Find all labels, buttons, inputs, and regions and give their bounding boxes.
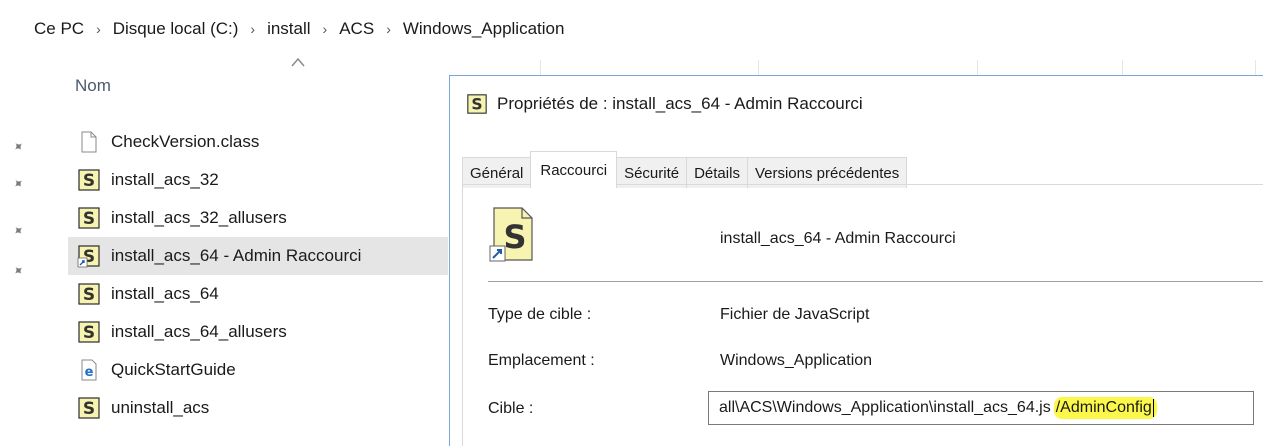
target-argument-text: /AdminConfig [1055,399,1152,417]
script-icon: S [78,397,100,419]
svg-text:S: S [503,218,526,256]
file-name: install_acs_32 [111,170,219,189]
shortcut-file-icon: S [489,207,533,262]
file-row-selected[interactable]: S install_acs_64 - Admin Raccourci [68,237,448,275]
sort-ascending-icon[interactable] [290,56,306,68]
dialog-titlebar[interactable]: S Propriétés de : install_acs_64 - Admin… [450,76,1263,132]
script-icon: S [78,321,100,343]
file-name: install_acs_32_allusers [111,208,287,227]
file-row[interactable]: S install_acs_64 [68,275,448,313]
script-icon: S [78,207,100,229]
target-path-text: all\ACS\Windows_Application\install_acs_… [719,399,1051,416]
properties-dialog: S Propriétés de : install_acs_64 - Admin… [449,75,1263,446]
dialog-title: Propriétés de : install_acs_64 - Admin R… [497,94,863,113]
breadcrumb-item-disque-local[interactable]: Disque local (C:) [113,19,239,39]
text-cursor [1152,398,1154,417]
breadcrumb-item-install[interactable]: install [267,19,310,39]
html-file-icon: e [81,359,97,381]
location-value: Windows_Application [720,352,873,369]
shortcut-name: install_acs_64 - Admin Raccourci [720,230,956,247]
breadcrumb-item-ce-pc[interactable]: Ce PC [34,19,84,39]
breadcrumb: Ce PC › Disque local (C:) › install › AC… [0,0,1263,58]
file-row[interactable]: e QuickStartGuide [68,351,448,389]
target-highlighted-argument: /AdminConfig [1053,396,1157,420]
chevron-right-icon[interactable]: › [250,21,255,37]
svg-text:S: S [83,323,95,343]
pin-icon[interactable]: ✦ [8,173,31,196]
script-icon: S [467,94,487,114]
tab-strip: Général Raccourci Sécurité Détails Versi… [462,151,908,188]
breadcrumb-item-acs[interactable]: ACS [339,19,374,39]
file-row[interactable]: S install_acs_64_allusers [68,313,448,351]
script-icon: S [78,283,100,305]
file-name: QuickStartGuide [111,360,236,379]
target-label: Cible : [488,400,534,417]
file-name: install_acs_64 [111,284,219,303]
blank-file-icon [81,131,97,153]
target-input[interactable]: all\ACS\Windows_Application\install_acs_… [708,391,1254,425]
file-row[interactable]: S install_acs_32_allusers [68,199,448,237]
script-icon: S [78,169,100,191]
file-row[interactable]: S uninstall_acs [68,389,448,427]
file-list: CheckVersion.class S install_acs_32 S in… [68,123,448,427]
pin-icon[interactable]: ✦ [8,260,31,283]
svg-text:S: S [83,285,95,305]
pin-icon[interactable]: ✦ [8,220,31,243]
script-shortcut-icon: S [77,245,100,268]
svg-text:S: S [83,399,95,419]
file-name: install_acs_64_allusers [111,322,287,341]
file-name: uninstall_acs [111,398,210,417]
column-header-name[interactable]: Nom [75,76,111,96]
svg-text:S: S [83,209,95,229]
file-row[interactable]: CheckVersion.class [68,123,448,161]
file-name: install_acs_64 - Admin Raccourci [111,246,362,265]
target-type-label: Type de cible : [488,306,592,323]
file-name: CheckVersion.class [111,132,260,151]
chevron-right-icon[interactable]: › [96,21,101,37]
file-row[interactable]: S install_acs_32 [68,161,448,199]
chevron-right-icon[interactable]: › [323,21,328,37]
svg-text:S: S [471,96,482,114]
separator [488,281,1263,282]
pin-icon[interactable]: ✦ [8,136,31,159]
svg-text:S: S [83,171,95,191]
svg-text:e: e [85,365,94,380]
chevron-right-icon[interactable]: › [386,21,391,37]
tab-raccourci[interactable]: Raccourci [530,151,618,188]
target-type-value: Fichier de JavaScript [720,306,870,323]
location-label: Emplacement : [488,352,595,369]
breadcrumb-item-windows-application[interactable]: Windows_Application [403,19,565,39]
